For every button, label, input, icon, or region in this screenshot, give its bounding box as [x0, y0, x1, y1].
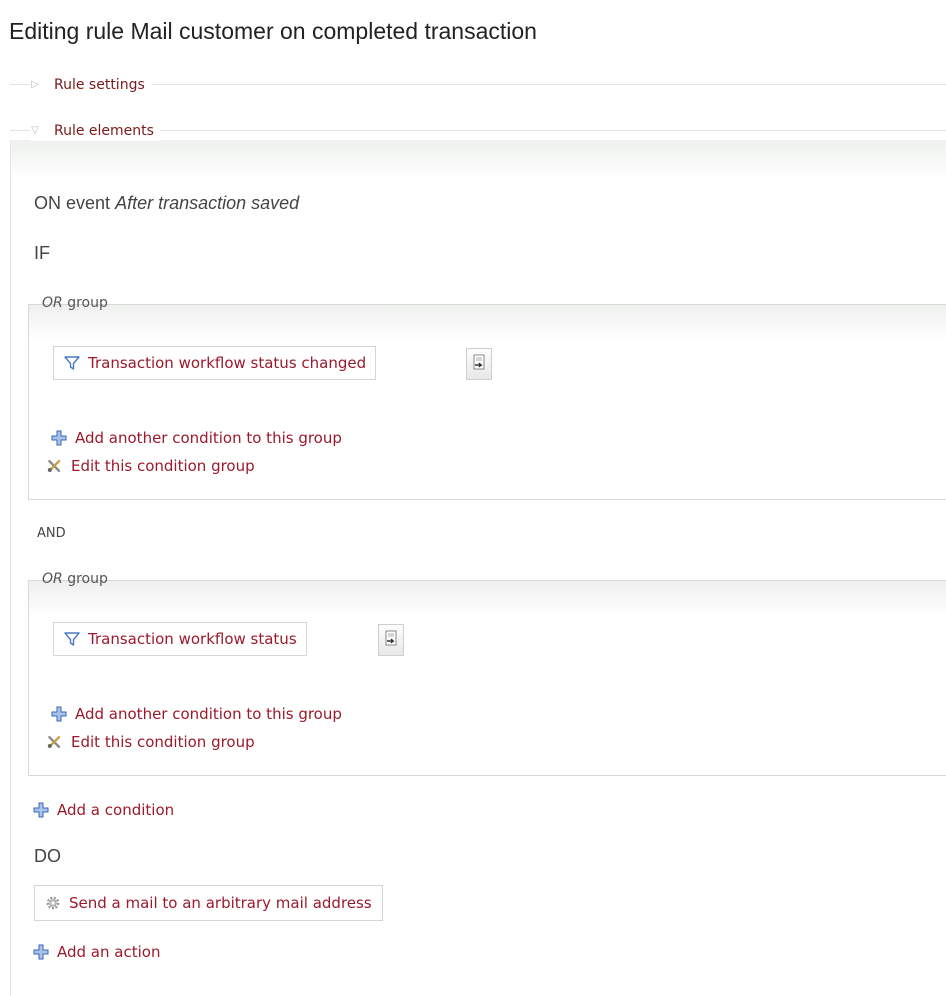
page-title: Editing rule Mail customer on completed … — [9, 18, 537, 44]
condition-item[interactable]: Transaction workflow status — [53, 622, 307, 656]
tools-icon — [47, 735, 61, 748]
add-condition-to-group-label: Add another condition to this group — [75, 429, 342, 447]
condition-label: Transaction workflow status — [88, 630, 297, 648]
group-legend-text: group — [62, 571, 108, 587]
add-condition-to-group-link[interactable]: Add another condition to this group — [51, 705, 342, 723]
triangle-down-icon: ▽ — [31, 125, 39, 136]
move-condition-button[interactable] — [378, 624, 404, 656]
move-document-icon — [473, 354, 485, 370]
action-item[interactable]: Send a mail to an arbitrary mail address — [34, 885, 383, 921]
add-condition-label: Add a condition — [57, 801, 175, 819]
and-label: AND — [37, 526, 66, 541]
event-line: ON event After transaction saved — [34, 193, 299, 214]
rule-settings-section: ▷ Rule settings — [0, 75, 946, 95]
edit-condition-group-link[interactable]: Edit this condition group — [47, 457, 255, 475]
condition-group: OR group Transaction workflow status cha… — [28, 295, 946, 500]
edit-condition-group-link[interactable]: Edit this condition group — [47, 733, 255, 751]
filter-icon — [64, 356, 80, 370]
group-header-background — [29, 305, 946, 341]
group-legend: OR group — [38, 295, 112, 311]
rule-settings-toggle[interactable]: ▷ Rule settings — [30, 75, 151, 95]
add-condition-to-group-label: Add another condition to this group — [75, 705, 342, 723]
rule-elements-section: ▽ Rule elements — [0, 121, 946, 141]
add-action-label: Add an action — [57, 943, 161, 961]
edit-condition-group-label: Edit this condition group — [71, 733, 255, 751]
condition-label: Transaction workflow status changed — [88, 354, 367, 372]
move-document-icon — [385, 630, 397, 646]
move-condition-button[interactable] — [466, 348, 492, 380]
triangle-right-icon: ▷ — [31, 79, 39, 90]
group-legend: OR group — [38, 571, 112, 587]
rule-elements-border — [10, 140, 11, 996]
tools-icon — [47, 460, 61, 472]
group-header-background — [29, 581, 946, 617]
if-label: IF — [34, 243, 50, 263]
add-action-link[interactable]: Add an action — [33, 943, 160, 961]
do-label: DO — [34, 846, 61, 866]
rule-elements-toggle[interactable]: ▽ Rule elements — [30, 121, 160, 141]
condition-group: OR group Transaction workflow status Add… — [28, 571, 946, 776]
rule-settings-label: Rule settings — [54, 77, 145, 93]
action-label: Send a mail to an arbitrary mail address — [69, 894, 372, 912]
edit-condition-group-label: Edit this condition group — [71, 457, 255, 475]
rule-editor-page: Editing rule Mail customer on completed … — [0, 0, 946, 996]
event-name: After transaction saved — [115, 193, 300, 213]
rule-elements-background — [10, 140, 946, 180]
rule-elements-label: Rule elements — [54, 123, 154, 139]
plus-icon — [33, 802, 49, 818]
event-prefix: ON event — [34, 193, 111, 213]
add-condition-link[interactable]: Add a condition — [33, 801, 174, 819]
plus-icon — [51, 706, 67, 722]
add-condition-to-group-link[interactable]: Add another condition to this group — [51, 429, 342, 447]
group-legend-text: group — [62, 295, 108, 311]
gear-icon — [46, 896, 60, 910]
group-legend-or: OR — [42, 295, 63, 311]
group-legend-or: OR — [42, 571, 63, 587]
condition-item[interactable]: Transaction workflow status changed — [53, 346, 377, 380]
filter-icon — [64, 632, 80, 646]
plus-icon — [33, 944, 49, 960]
plus-icon — [51, 430, 67, 446]
